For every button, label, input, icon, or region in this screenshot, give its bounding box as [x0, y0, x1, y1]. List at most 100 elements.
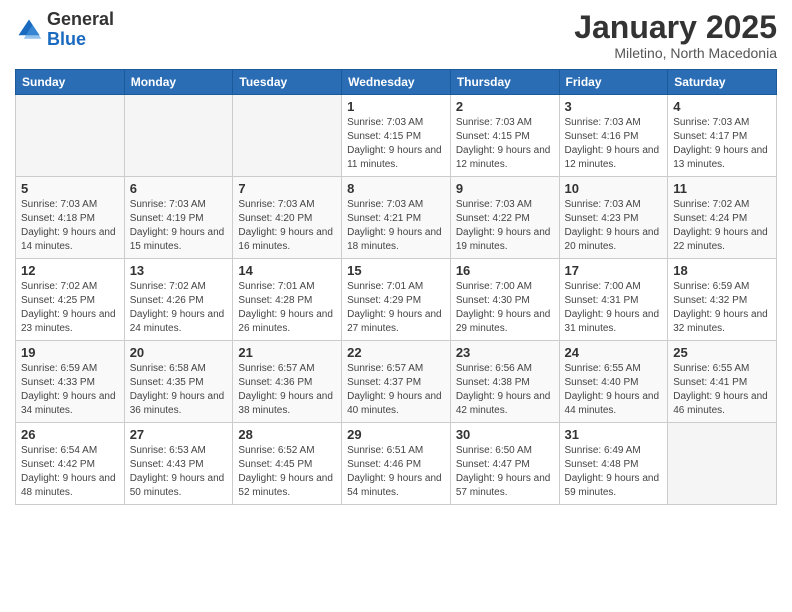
day-info: Sunrise: 7:02 AM Sunset: 4:24 PM Dayligh… [673, 198, 771, 254]
day-number: 7 [238, 181, 336, 196]
calendar-cell-w4-d2: 20 Sunrise: 6:58 AM Sunset: 4:35 PM Dayl… [124, 341, 233, 423]
calendar-cell-w1-d4: 1 Sunrise: 7:03 AM Sunset: 4:15 PM Dayli… [342, 95, 451, 177]
calendar-week-1: 1 Sunrise: 7:03 AM Sunset: 4:15 PM Dayli… [16, 95, 777, 177]
col-thursday: Thursday [450, 70, 559, 95]
calendar-cell-w5-d5: 30 Sunrise: 6:50 AM Sunset: 4:47 PM Dayl… [450, 423, 559, 505]
day-number: 3 [565, 99, 663, 114]
calendar-table: Sunday Monday Tuesday Wednesday Thursday… [15, 69, 777, 505]
day-number: 21 [238, 345, 336, 360]
day-number: 25 [673, 345, 771, 360]
day-number: 4 [673, 99, 771, 114]
calendar-cell-w1-d6: 3 Sunrise: 7:03 AM Sunset: 4:16 PM Dayli… [559, 95, 668, 177]
calendar-cell-w4-d4: 22 Sunrise: 6:57 AM Sunset: 4:37 PM Dayl… [342, 341, 451, 423]
day-info: Sunrise: 6:55 AM Sunset: 4:41 PM Dayligh… [673, 362, 771, 418]
day-info: Sunrise: 6:57 AM Sunset: 4:37 PM Dayligh… [347, 362, 445, 418]
day-number: 23 [456, 345, 554, 360]
day-number: 20 [130, 345, 228, 360]
day-info: Sunrise: 7:03 AM Sunset: 4:19 PM Dayligh… [130, 198, 228, 254]
logo-icon [15, 16, 43, 44]
col-friday: Friday [559, 70, 668, 95]
calendar-cell-w4-d5: 23 Sunrise: 6:56 AM Sunset: 4:38 PM Dayl… [450, 341, 559, 423]
calendar-cell-w4-d1: 19 Sunrise: 6:59 AM Sunset: 4:33 PM Dayl… [16, 341, 125, 423]
calendar-cell-w5-d1: 26 Sunrise: 6:54 AM Sunset: 4:42 PM Dayl… [16, 423, 125, 505]
day-number: 22 [347, 345, 445, 360]
day-number: 5 [21, 181, 119, 196]
day-number: 26 [21, 427, 119, 442]
day-number: 9 [456, 181, 554, 196]
calendar-cell-w2-d5: 9 Sunrise: 7:03 AM Sunset: 4:22 PM Dayli… [450, 177, 559, 259]
day-info: Sunrise: 7:03 AM Sunset: 4:20 PM Dayligh… [238, 198, 336, 254]
page: General Blue January 2025 Miletino, Nort… [0, 0, 792, 612]
day-number: 10 [565, 181, 663, 196]
col-tuesday: Tuesday [233, 70, 342, 95]
day-number: 27 [130, 427, 228, 442]
calendar-cell-w2-d3: 7 Sunrise: 7:03 AM Sunset: 4:20 PM Dayli… [233, 177, 342, 259]
day-info: Sunrise: 6:59 AM Sunset: 4:33 PM Dayligh… [21, 362, 119, 418]
day-info: Sunrise: 7:03 AM Sunset: 4:18 PM Dayligh… [21, 198, 119, 254]
day-info: Sunrise: 6:56 AM Sunset: 4:38 PM Dayligh… [456, 362, 554, 418]
calendar-cell-w3-d7: 18 Sunrise: 6:59 AM Sunset: 4:32 PM Dayl… [668, 259, 777, 341]
calendar-cell-w3-d2: 13 Sunrise: 7:02 AM Sunset: 4:26 PM Dayl… [124, 259, 233, 341]
logo-general: General [47, 9, 114, 29]
calendar-cell-w3-d6: 17 Sunrise: 7:00 AM Sunset: 4:31 PM Dayl… [559, 259, 668, 341]
location: Miletino, North Macedonia [574, 45, 777, 61]
calendar-cell-w5-d3: 28 Sunrise: 6:52 AM Sunset: 4:45 PM Dayl… [233, 423, 342, 505]
calendar-week-4: 19 Sunrise: 6:59 AM Sunset: 4:33 PM Dayl… [16, 341, 777, 423]
calendar-cell-w2-d1: 5 Sunrise: 7:03 AM Sunset: 4:18 PM Dayli… [16, 177, 125, 259]
day-number: 30 [456, 427, 554, 442]
day-number: 31 [565, 427, 663, 442]
day-number: 13 [130, 263, 228, 278]
calendar-cell-w1-d3 [233, 95, 342, 177]
calendar-cell-w2-d6: 10 Sunrise: 7:03 AM Sunset: 4:23 PM Dayl… [559, 177, 668, 259]
calendar-cell-w3-d1: 12 Sunrise: 7:02 AM Sunset: 4:25 PM Dayl… [16, 259, 125, 341]
calendar-cell-w3-d5: 16 Sunrise: 7:00 AM Sunset: 4:30 PM Dayl… [450, 259, 559, 341]
calendar-cell-w3-d3: 14 Sunrise: 7:01 AM Sunset: 4:28 PM Dayl… [233, 259, 342, 341]
calendar-cell-w4-d3: 21 Sunrise: 6:57 AM Sunset: 4:36 PM Dayl… [233, 341, 342, 423]
calendar-cell-w5-d6: 31 Sunrise: 6:49 AM Sunset: 4:48 PM Dayl… [559, 423, 668, 505]
day-info: Sunrise: 6:50 AM Sunset: 4:47 PM Dayligh… [456, 444, 554, 500]
day-info: Sunrise: 7:03 AM Sunset: 4:15 PM Dayligh… [347, 116, 445, 172]
day-info: Sunrise: 7:03 AM Sunset: 4:16 PM Dayligh… [565, 116, 663, 172]
day-info: Sunrise: 6:59 AM Sunset: 4:32 PM Dayligh… [673, 280, 771, 336]
day-info: Sunrise: 6:54 AM Sunset: 4:42 PM Dayligh… [21, 444, 119, 500]
day-info: Sunrise: 7:03 AM Sunset: 4:21 PM Dayligh… [347, 198, 445, 254]
day-info: Sunrise: 7:03 AM Sunset: 4:22 PM Dayligh… [456, 198, 554, 254]
day-number: 19 [21, 345, 119, 360]
col-saturday: Saturday [668, 70, 777, 95]
calendar-cell-w5-d7 [668, 423, 777, 505]
calendar-cell-w3-d4: 15 Sunrise: 7:01 AM Sunset: 4:29 PM Dayl… [342, 259, 451, 341]
col-monday: Monday [124, 70, 233, 95]
calendar-cell-w1-d2 [124, 95, 233, 177]
day-info: Sunrise: 7:02 AM Sunset: 4:25 PM Dayligh… [21, 280, 119, 336]
day-number: 14 [238, 263, 336, 278]
day-info: Sunrise: 7:00 AM Sunset: 4:30 PM Dayligh… [456, 280, 554, 336]
day-info: Sunrise: 7:00 AM Sunset: 4:31 PM Dayligh… [565, 280, 663, 336]
day-number: 8 [347, 181, 445, 196]
month-title: January 2025 [574, 10, 777, 45]
day-info: Sunrise: 7:02 AM Sunset: 4:26 PM Dayligh… [130, 280, 228, 336]
day-info: Sunrise: 7:03 AM Sunset: 4:23 PM Dayligh… [565, 198, 663, 254]
day-info: Sunrise: 6:55 AM Sunset: 4:40 PM Dayligh… [565, 362, 663, 418]
day-info: Sunrise: 7:01 AM Sunset: 4:28 PM Dayligh… [238, 280, 336, 336]
calendar-header-row: Sunday Monday Tuesday Wednesday Thursday… [16, 70, 777, 95]
calendar-week-2: 5 Sunrise: 7:03 AM Sunset: 4:18 PM Dayli… [16, 177, 777, 259]
title-block: January 2025 Miletino, North Macedonia [574, 10, 777, 61]
day-info: Sunrise: 6:52 AM Sunset: 4:45 PM Dayligh… [238, 444, 336, 500]
day-number: 18 [673, 263, 771, 278]
day-number: 24 [565, 345, 663, 360]
logo-text: General Blue [47, 10, 114, 50]
logo: General Blue [15, 10, 114, 50]
calendar-cell-w4-d6: 24 Sunrise: 6:55 AM Sunset: 4:40 PM Dayl… [559, 341, 668, 423]
calendar-cell-w2-d7: 11 Sunrise: 7:02 AM Sunset: 4:24 PM Dayl… [668, 177, 777, 259]
day-info: Sunrise: 6:49 AM Sunset: 4:48 PM Dayligh… [565, 444, 663, 500]
day-info: Sunrise: 6:57 AM Sunset: 4:36 PM Dayligh… [238, 362, 336, 418]
calendar-cell-w4-d7: 25 Sunrise: 6:55 AM Sunset: 4:41 PM Dayl… [668, 341, 777, 423]
day-info: Sunrise: 7:03 AM Sunset: 4:17 PM Dayligh… [673, 116, 771, 172]
logo-blue: Blue [47, 29, 86, 49]
day-number: 1 [347, 99, 445, 114]
day-number: 29 [347, 427, 445, 442]
calendar-week-3: 12 Sunrise: 7:02 AM Sunset: 4:25 PM Dayl… [16, 259, 777, 341]
day-number: 16 [456, 263, 554, 278]
calendar-cell-w1-d1 [16, 95, 125, 177]
day-info: Sunrise: 6:58 AM Sunset: 4:35 PM Dayligh… [130, 362, 228, 418]
